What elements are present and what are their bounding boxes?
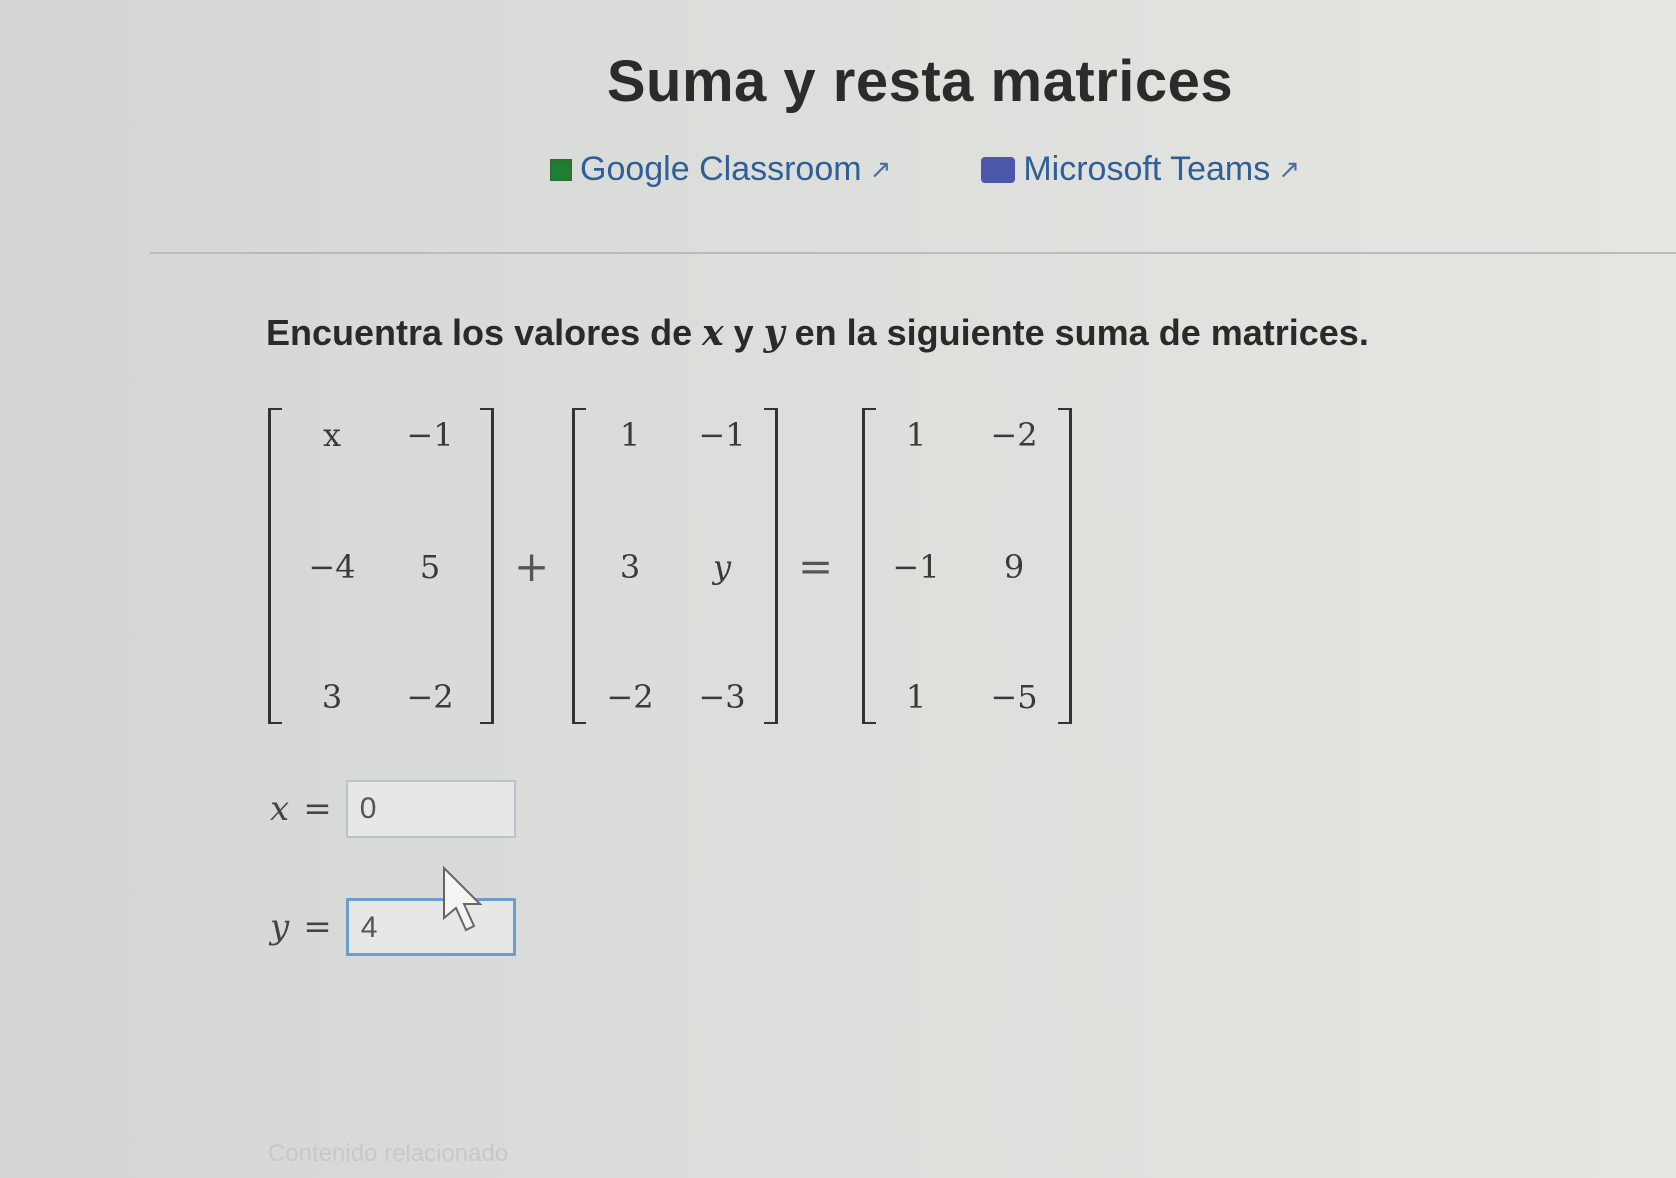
- divider: [150, 252, 1676, 254]
- equals-operator: =: [798, 542, 834, 591]
- matrix-a-cell: −2: [406, 678, 454, 716]
- matrix-b-cell: y: [712, 548, 732, 586]
- answer-x-label: x: [270, 789, 290, 829]
- question-var-x: x: [702, 312, 724, 354]
- matrix-a-cell: 3: [321, 678, 343, 716]
- matrix-b-cell: −1: [698, 416, 746, 454]
- matrix-c-cell: 1: [905, 416, 927, 454]
- question-suffix: en la siguiente suma de matrices.: [784, 312, 1369, 353]
- external-link-icon: ↗: [869, 154, 892, 184]
- matrix-bracket-right: [1058, 408, 1072, 724]
- matrix-a-cell: 5: [419, 548, 441, 586]
- google-classroom-label: Google Classroom: [580, 150, 862, 188]
- matrix-bracket-right: [480, 408, 494, 724]
- share-links: Google Classroom ↗ Microsoft Teams ↗: [550, 150, 1300, 189]
- google-classroom-link[interactable]: Google Classroom ↗: [550, 150, 891, 189]
- microsoft-teams-icon: [981, 156, 1016, 183]
- microsoft-teams-label: Microsoft Teams: [1023, 150, 1271, 188]
- matrix-bracket-left: [268, 408, 282, 724]
- question-mid: y: [723, 312, 764, 353]
- page: Suma y resta matrices Google Classroom ↗…: [0, 0, 1676, 1178]
- matrix-b-cell: 1: [619, 416, 641, 454]
- matrix-a: x −1 −4 5 3 −2: [268, 408, 494, 724]
- related-content-label[interactable]: Contenido relacionado: [268, 1140, 508, 1168]
- matrix-c-cell: −2: [990, 416, 1038, 454]
- x-answer-input[interactable]: 0: [345, 780, 516, 838]
- external-link-icon: ↗: [1278, 154, 1301, 184]
- matrix-bracket-left: [572, 408, 586, 724]
- microsoft-teams-link[interactable]: Microsoft Teams ↗: [981, 150, 1300, 189]
- matrix-b: 1 −1 3 y −2 −3: [572, 408, 778, 724]
- matrix-c-cell: −5: [990, 678, 1038, 716]
- answer-y-label: y: [270, 907, 290, 947]
- matrix-b-cell: −2: [606, 678, 654, 716]
- matrix-a-cell: x: [322, 416, 342, 454]
- page-title: Suma y resta matrices: [606, 49, 1234, 114]
- answer-equals: =: [303, 907, 332, 947]
- question-prefix: Encuentra los valores de: [266, 312, 703, 353]
- matrix-a-cell: −4: [308, 548, 356, 586]
- plus-operator: +: [514, 542, 550, 591]
- answer-equals: =: [303, 789, 332, 829]
- mouse-pointer-icon: [443, 866, 483, 932]
- matrix-bracket-right: [764, 408, 778, 724]
- matrix-c-cell: 9: [1003, 548, 1025, 586]
- matrix-c-cell: 1: [905, 678, 927, 716]
- matrix-a-cell: −1: [406, 416, 454, 454]
- answer-x-row: x = 0: [270, 780, 516, 838]
- matrix-bracket-left: [862, 408, 876, 724]
- matrix-b-cell: 3: [619, 548, 641, 586]
- google-classroom-icon: [550, 158, 572, 181]
- question-var-y: y: [763, 312, 785, 354]
- question-text: Encuentra los valores de x y y en la sig…: [266, 312, 1369, 354]
- matrix-c: 1 −2 −1 9 1 −5: [862, 408, 1072, 724]
- matrix-b-cell: −3: [698, 678, 746, 716]
- matrix-c-cell: −1: [892, 548, 940, 586]
